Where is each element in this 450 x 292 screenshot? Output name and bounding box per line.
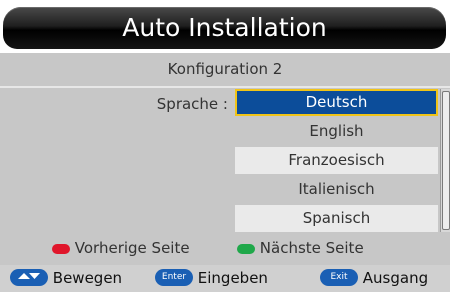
exit-hint: Exit Ausgang <box>320 265 428 292</box>
paging-row: Vorherige Seite Nächste Seite <box>0 233 450 263</box>
move-label: Bewegen <box>52 269 123 287</box>
language-option-franzoesisch[interactable]: Franzoesisch <box>235 147 438 174</box>
page-subtitle: Konfiguration 2 <box>0 53 450 88</box>
up-down-arrows-icon <box>10 269 48 286</box>
language-label: Sprache : <box>156 95 228 113</box>
exit-label: Ausgang <box>362 269 429 287</box>
exit-key-button: Exit <box>320 269 358 286</box>
move-hint: Bewegen <box>10 265 122 292</box>
enter-label: Eingeben <box>197 269 268 287</box>
page-title: Auto Installation <box>122 13 327 42</box>
previous-page-label[interactable]: Vorherige Seite <box>75 239 190 257</box>
green-button-icon <box>237 243 255 254</box>
next-page-label[interactable]: Nächste Seite <box>260 239 364 257</box>
footer-bar: Bewegen Enter Eingeben Exit Ausgang <box>0 265 450 292</box>
language-option-deutsch[interactable]: Deutsch <box>235 89 438 116</box>
enter-key-button: Enter <box>155 269 193 286</box>
enter-hint: Enter Eingeben <box>155 265 268 292</box>
red-button-icon <box>52 243 70 254</box>
language-option-italienisch[interactable]: Italienisch <box>235 176 438 203</box>
language-list: Deutsch English Franzoesisch Italienisch… <box>235 89 438 234</box>
language-option-english[interactable]: English <box>235 118 438 145</box>
language-scrollbar[interactable] <box>440 89 450 232</box>
scrollbar-thumb[interactable] <box>442 91 450 230</box>
language-option-spanisch[interactable]: Spanisch <box>235 205 438 232</box>
